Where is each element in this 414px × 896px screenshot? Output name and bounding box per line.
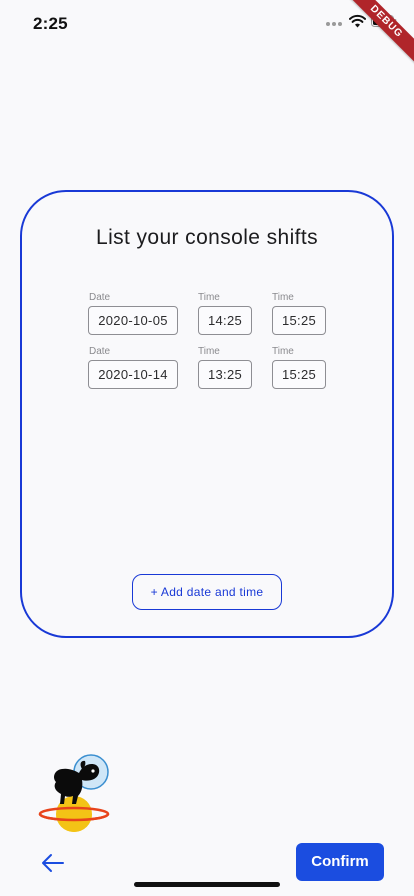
card-title: List your console shifts — [95, 226, 319, 249]
back-arrow-icon[interactable] — [40, 850, 66, 876]
confirm-button[interactable]: Confirm — [296, 843, 384, 881]
start-time-field: Time 13:25 — [198, 346, 252, 389]
date-label: Date — [89, 292, 111, 303]
status-time: 2:25 — [33, 14, 68, 33]
date-input[interactable]: 2020-10-05 — [88, 306, 178, 335]
status-bar: 2:25 — [0, 0, 414, 46]
end-time-input[interactable]: 15:25 — [272, 360, 326, 389]
home-indicator — [134, 882, 280, 887]
date-field: Date 2020-10-14 — [88, 346, 178, 389]
add-date-time-button[interactable]: + Add date and time — [132, 574, 282, 610]
start-time-input[interactable]: 13:25 — [198, 360, 252, 389]
signal-dots-icon — [326, 22, 344, 28]
date-input[interactable]: 2020-10-14 — [88, 360, 178, 389]
shift-row: Date 2020-10-14 Time 13:25 Time 15:25 — [22, 346, 392, 392]
start-time-input[interactable]: 14:25 — [198, 306, 252, 335]
date-label: Date — [89, 346, 111, 357]
date-field: Date 2020-10-05 — [88, 292, 178, 335]
shift-row: Date 2020-10-05 Time 14:25 Time 15:25 — [22, 292, 392, 338]
time-label: Time — [198, 346, 220, 357]
wifi-icon — [349, 14, 366, 28]
time-label: Time — [198, 292, 220, 303]
end-time-input[interactable]: 15:25 — [272, 306, 326, 335]
time-label: Time — [272, 346, 294, 357]
shifts-card: List your console shifts Date 2020-10-05… — [20, 190, 394, 638]
time-label: Time — [272, 292, 294, 303]
end-time-field: Time 15:25 — [272, 292, 326, 335]
start-time-field: Time 14:25 — [198, 292, 252, 335]
end-time-field: Time 15:25 — [272, 346, 326, 389]
astronaut-dog-planet-icon — [38, 754, 110, 832]
